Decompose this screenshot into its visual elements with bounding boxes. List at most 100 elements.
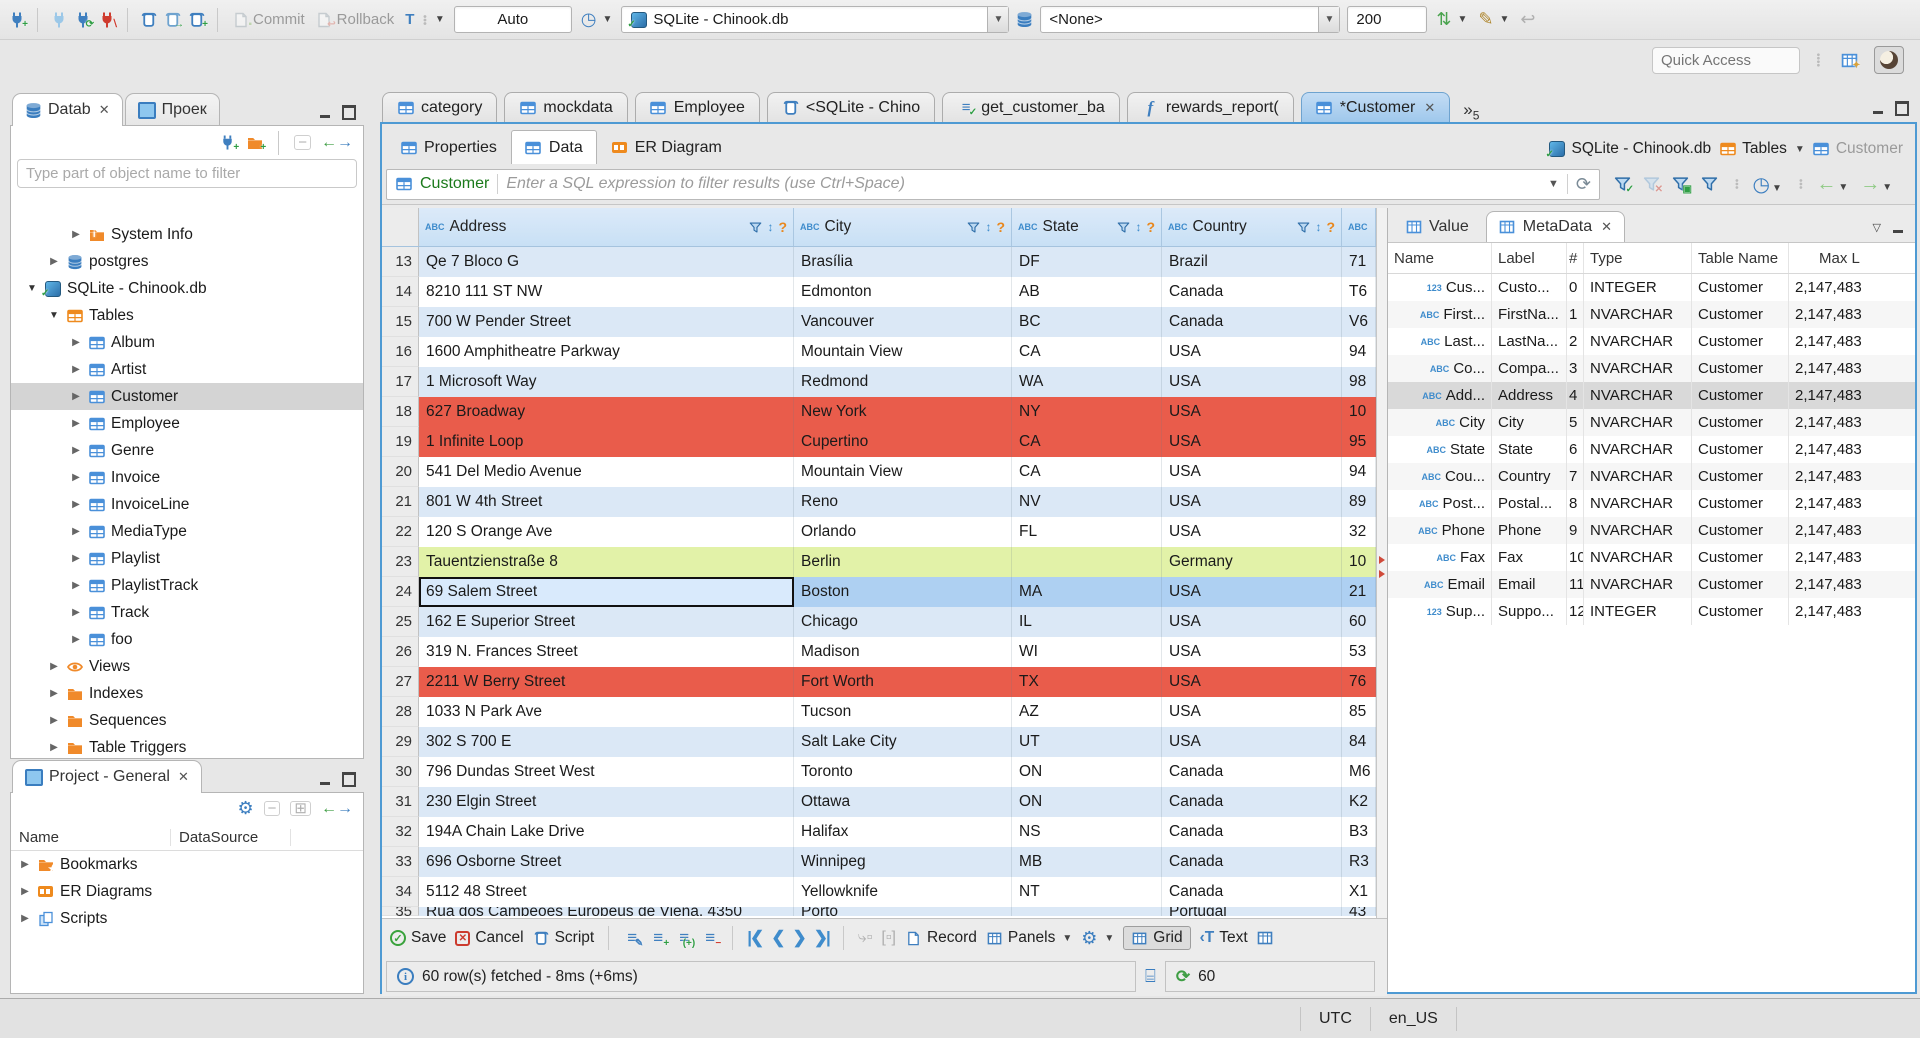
edit-cell-icon[interactable]: ≡ ✎ [623, 928, 643, 948]
editor-tab--customer[interactable]: *Customer ✕ [1300, 92, 1451, 122]
sort-icon[interactable]: ↕ [1315, 220, 1321, 234]
tree-item-system-info[interactable]: ▶ i System Info [11, 221, 363, 248]
metadata-column-name[interactable]: Name [1388, 243, 1492, 273]
table-row[interactable]: 20 541 Del Medio Avenue Mountain View CA USA… [382, 457, 1376, 487]
expand-arrow-icon[interactable]: ▶ [70, 499, 82, 510]
view-tab-database-navigator[interactable]: Datab ✕ [12, 93, 123, 126]
tree-item-playlist[interactable]: ▶ Playlist [11, 545, 363, 572]
cell[interactable]: Redmond [794, 367, 1012, 397]
column-header-clipped[interactable]: ABC [1342, 208, 1376, 246]
auto-refresh-icon[interactable]: ⟳ [1176, 967, 1190, 987]
dbeaver-perspective-button[interactable] [1874, 46, 1905, 74]
column-header-city[interactable]: ABC City ↕? [794, 208, 1012, 246]
connect-icon[interactable] [50, 11, 67, 28]
panels-button[interactable]: Panels ▼ [986, 929, 1072, 947]
cell[interactable]: 700 W Pender Street [419, 307, 794, 337]
cell[interactable]: 162 E Superior Street [419, 607, 794, 637]
new-sql-editor-icon[interactable]: + [188, 11, 208, 30]
script-button[interactable]: Script [533, 929, 594, 947]
metadata-column-max-l[interactable]: Max L [1789, 243, 1915, 273]
table-row[interactable]: 27 2211 W Berry Street Fort Worth TX USA 76 [382, 667, 1376, 697]
previous-row-icon[interactable]: ❮ [771, 928, 785, 948]
minimize-icon[interactable] [1873, 104, 1885, 114]
cancel-button[interactable]: ✕ Cancel [455, 929, 524, 947]
minimize-icon[interactable] [320, 775, 332, 785]
tree-item-employee[interactable]: ▶ Employee [11, 410, 363, 437]
cell[interactable]: CA [1012, 337, 1162, 367]
cell[interactable]: Canada [1162, 817, 1342, 847]
connection-select[interactable]: ✓ SQLite - Chinook.db ▼ [621, 6, 1010, 33]
column-header-state[interactable]: ABC State ↕? [1012, 208, 1162, 246]
column-header-datasource[interactable]: DataSource [171, 828, 291, 846]
table-row[interactable]: 19 1 Infinite Loop Cupertino CA USA 95 [382, 427, 1376, 457]
delete-row-icon[interactable]: ≡ − [701, 928, 721, 948]
metadata-row[interactable]: ABC Last... LastNa... 2 NVARCHAR Customer 2,14… [1388, 328, 1915, 355]
quick-access-input[interactable] [1652, 46, 1800, 74]
cell[interactable]: Salt Lake City [794, 727, 1012, 757]
editor-tab-category[interactable]: category [382, 92, 498, 122]
metadata-column-label[interactable]: Label [1492, 243, 1567, 273]
cell[interactable]: Edmonton [794, 277, 1012, 307]
cell[interactable]: Chicago [794, 607, 1012, 637]
first-row-icon[interactable]: |❮ [747, 928, 764, 948]
cell[interactable]: AB [1012, 277, 1162, 307]
rollback-button[interactable]: ↩ Rollback [314, 9, 397, 30]
tree-item-customer[interactable]: ▶ Customer [11, 383, 363, 410]
tree-item-mediatype[interactable]: ▶ MediaType [11, 518, 363, 545]
cell[interactable]: 302 S 700 E [419, 727, 794, 757]
apply-filter-icon[interactable]: ✓ [1614, 176, 1634, 194]
cell[interactable]: CA [1012, 457, 1162, 487]
metadata-row[interactable]: ABC Cou... Country 7 NVARCHAR Customer 2,147,4… [1388, 463, 1915, 490]
cell[interactable]: 5112 48 Street [419, 877, 794, 907]
gear-icon[interactable]: ⚙ [238, 798, 254, 819]
table-row[interactable]: 32 194A Chain Lake Drive Halifax NS Canada B3 [382, 817, 1376, 847]
close-icon[interactable]: ✕ [99, 102, 110, 118]
table-row[interactable]: 34 5112 48 Street Yellowknife NT Canada X1 [382, 877, 1376, 907]
expand-arrow-icon[interactable]: ▶ [70, 526, 82, 537]
metadata-row[interactable]: ABC First... FirstNa... 1 NVARCHAR Customer 2,… [1388, 301, 1915, 328]
grid-scrollbar[interactable] [1376, 208, 1387, 918]
cell[interactable]: 696 Osborne Street [419, 847, 794, 877]
cell[interactable]: Canada [1162, 277, 1342, 307]
table-row[interactable]: 24 69 Salem Street Boston MA USA 21 [382, 577, 1376, 607]
tree-item-foo[interactable]: ▶ foo [11, 626, 363, 653]
cell[interactable]: TX [1012, 667, 1162, 697]
tab-overflow-chevron[interactable]: »5 [1463, 100, 1479, 122]
minimize-icon[interactable] [320, 108, 332, 118]
tree-item-indexes[interactable]: ▶ Indexes [11, 680, 363, 707]
cell[interactable]: Boston [794, 577, 1012, 607]
refresh-icon[interactable]: ⟳ [1576, 174, 1591, 195]
editor-tab--sqlite-chino[interactable]: <SQLite - Chino [766, 92, 936, 122]
column-header-address[interactable]: ABC Address ↕? [419, 208, 794, 246]
tree-item-views[interactable]: ▶ Views [11, 653, 363, 680]
table-row[interactable]: 29 302 S 700 E Salt Lake City UT USA 84 [382, 727, 1376, 757]
cell[interactable]: USA [1162, 517, 1342, 547]
project-item-scripts[interactable]: ▶ Scripts [11, 905, 363, 932]
last-row-icon[interactable]: ❯| [814, 928, 831, 948]
table-row[interactable]: 35 Rua dos Campeões Europeus de Viena, 43… [382, 907, 1376, 916]
project-item-er-diagrams[interactable]: ▶ ER Diagrams [11, 878, 363, 905]
cell[interactable] [1012, 547, 1162, 577]
remove-filter-icon[interactable]: ✕ [1643, 176, 1663, 194]
cell[interactable]: Porto [794, 907, 1012, 916]
cell[interactable]: IL [1012, 607, 1162, 637]
table-row[interactable]: 17 1 Microsoft Way Redmond WA USA 98 [382, 367, 1376, 397]
tab-data[interactable]: Data [510, 130, 597, 164]
grid-view-button[interactable]: Grid [1123, 926, 1191, 950]
cell[interactable]: 801 W 4th Street [419, 487, 794, 517]
cell[interactable]: 1600 Amphitheatre Parkway [419, 337, 794, 367]
cell[interactable]: 89 [1342, 487, 1376, 517]
cell[interactable]: USA [1162, 577, 1342, 607]
filter-funnel-icon[interactable] [966, 219, 980, 236]
sql-editor-icon[interactable] [140, 11, 157, 28]
save-button[interactable]: ✓ Save [390, 929, 446, 947]
view-menu-icon[interactable]: ▽ [1873, 221, 1881, 234]
tab-properties[interactable]: Properties [386, 130, 511, 164]
collapse-arrow-icon[interactable]: ▼ [26, 283, 38, 294]
maximize-icon[interactable] [1895, 101, 1909, 116]
column-header-country[interactable]: ABC Country ↕? [1162, 208, 1342, 246]
close-icon[interactable]: ✕ [1601, 219, 1612, 235]
table-row[interactable]: 14 8210 111 ST NW Edmonton AB Canada T6 [382, 277, 1376, 307]
cell[interactable]: USA [1162, 427, 1342, 457]
fetch-next-icon[interactable]: → ▼ [1860, 173, 1892, 196]
